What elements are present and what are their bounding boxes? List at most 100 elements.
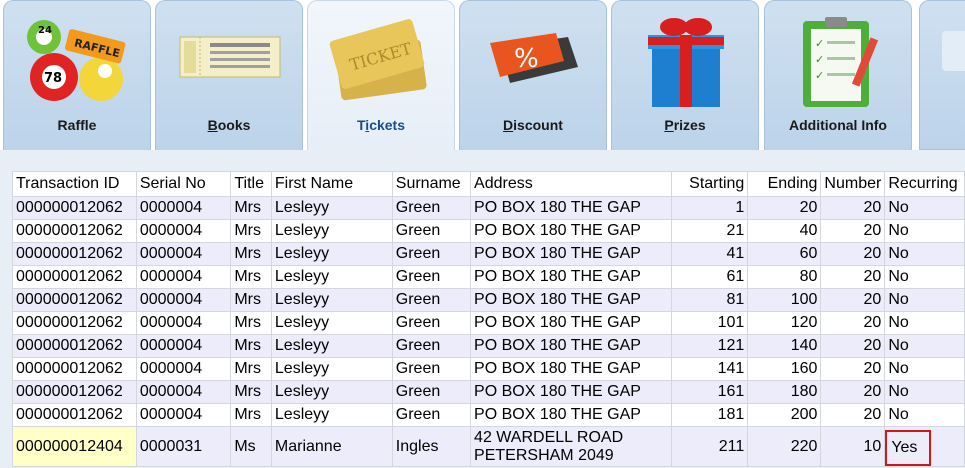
tab-overflow[interactable] — [919, 0, 965, 150]
table-cell[interactable]: Lesleyy — [270, 196, 393, 220]
table-cell[interactable]: No — [884, 219, 965, 243]
table-cell[interactable]: 000000012062 — [12, 265, 137, 289]
column-header[interactable]: First Name — [270, 171, 393, 197]
table-cell[interactable]: 000000012062 — [12, 219, 137, 243]
table-cell[interactable]: 000000012062 — [12, 380, 137, 404]
table-cell[interactable]: No — [884, 334, 965, 358]
table-cell[interactable]: Lesleyy — [270, 357, 393, 381]
table-cell[interactable]: Mrs — [230, 196, 272, 220]
table-cell[interactable]: 120 — [747, 311, 822, 335]
table-cell[interactable]: 220 — [747, 426, 822, 467]
table-row[interactable]: 000000012062 0000004 Mrs Lesleyy Green PO BOX… — [12, 380, 965, 404]
table-cell[interactable]: 000000012062 — [12, 403, 137, 427]
table-cell[interactable]: 180 — [747, 380, 822, 404]
table-cell[interactable]: Mrs — [230, 288, 272, 312]
table-cell[interactable]: PO BOX 180 THE GAP — [470, 196, 672, 220]
table-cell[interactable]: 81 — [670, 288, 749, 312]
table-cell[interactable]: Mrs — [230, 334, 272, 358]
table-cell[interactable]: 0000031 — [135, 426, 232, 467]
table-cell[interactable]: PO BOX 180 THE GAP — [470, 334, 672, 358]
table-cell[interactable]: PO BOX 180 THE GAP — [470, 219, 672, 243]
table-cell[interactable]: 160 — [747, 357, 822, 381]
table-cell[interactable]: No — [884, 288, 965, 312]
table-cell[interactable]: 80 — [747, 265, 822, 289]
column-header[interactable]: Surname — [391, 171, 472, 197]
table-cell[interactable]: Lesleyy — [270, 242, 393, 266]
table-cell[interactable]: Green — [391, 265, 472, 289]
table-cell[interactable]: Lesleyy — [270, 265, 393, 289]
table-row[interactable]: 000000012062 0000004 Mrs Lesleyy Green PO BOX… — [12, 265, 965, 289]
table-cell[interactable]: Lesleyy — [270, 403, 393, 427]
table-cell[interactable]: Lesleyy — [270, 380, 393, 404]
table-cell[interactable]: Green — [391, 334, 472, 358]
table-cell[interactable]: PO BOX 180 THE GAP — [470, 288, 672, 312]
table-cell[interactable]: 20 — [747, 196, 822, 220]
table-cell[interactable]: 0000004 — [135, 380, 232, 404]
table-row-selected[interactable]: 000000012404 0000031 Ms Marianne Ingles 42 WA… — [12, 426, 965, 467]
table-cell[interactable]: 20 — [820, 311, 886, 335]
table-cell[interactable]: 41 — [670, 242, 749, 266]
table-cell[interactable]: 20 — [820, 242, 886, 266]
table-cell[interactable]: 0000004 — [135, 403, 232, 427]
table-cell[interactable]: 20 — [820, 196, 886, 220]
table-cell[interactable]: No — [884, 311, 965, 335]
table-cell[interactable]: Mrs — [230, 265, 272, 289]
table-cell[interactable]: 181 — [670, 403, 749, 427]
table-cell[interactable]: 0000004 — [135, 265, 232, 289]
table-cell[interactable]: Green — [391, 242, 472, 266]
table-cell[interactable]: 000000012404 — [12, 426, 137, 467]
table-cell-address[interactable]: 42 WARDELL ROAD PETERSHAM 2049 — [470, 426, 672, 467]
recurring-cell-highlighted[interactable]: Yes — [884, 426, 965, 467]
table-cell[interactable]: 0000004 — [135, 242, 232, 266]
table-row[interactable]: 000000012062 0000004 Mrs Lesleyy Green PO BOX… — [12, 357, 965, 381]
table-cell[interactable]: 10 — [820, 426, 886, 467]
column-header[interactable]: Recurring — [884, 171, 965, 197]
table-cell[interactable]: 000000012062 — [12, 311, 137, 335]
table-cell[interactable]: 20 — [820, 288, 886, 312]
table-cell[interactable]: 141 — [670, 357, 749, 381]
table-cell[interactable]: No — [884, 357, 965, 381]
table-cell[interactable]: Mrs — [230, 357, 272, 381]
table-cell[interactable]: Green — [391, 380, 472, 404]
tab-books[interactable]: Books — [155, 0, 303, 150]
table-cell[interactable]: Mrs — [230, 380, 272, 404]
tab-prizes[interactable]: Prizes — [611, 0, 759, 150]
tab-raffle[interactable]: 24 78 RAFFLE Raffle — [3, 0, 151, 150]
column-header[interactable]: Starting — [670, 171, 749, 197]
table-cell[interactable]: 20 — [820, 265, 886, 289]
table-cell[interactable]: PO BOX 180 THE GAP — [470, 265, 672, 289]
table-cell[interactable]: Ingles — [391, 426, 472, 467]
table-row[interactable]: 000000012062 0000004 Mrs Lesleyy Green PO BOX… — [12, 334, 965, 358]
table-cell[interactable]: 161 — [670, 380, 749, 404]
column-header[interactable]: Address — [470, 171, 672, 197]
table-cell[interactable]: 000000012062 — [12, 357, 137, 381]
table-cell[interactable]: 20 — [820, 403, 886, 427]
table-cell[interactable]: Lesleyy — [270, 334, 393, 358]
table-cell[interactable]: PO BOX 180 THE GAP — [470, 403, 672, 427]
table-cell[interactable]: 0000004 — [135, 288, 232, 312]
column-header[interactable]: Title — [230, 171, 272, 197]
table-cell[interactable]: Marianne — [270, 426, 393, 467]
table-row[interactable]: 000000012062 0000004 Mrs Lesleyy Green PO BOX… — [12, 311, 965, 335]
table-cell[interactable]: 20 — [820, 219, 886, 243]
table-cell[interactable]: No — [884, 403, 965, 427]
tab-discount[interactable]: % Discount — [459, 0, 607, 150]
table-cell[interactable]: Ms — [230, 426, 272, 467]
table-cell[interactable]: PO BOX 180 THE GAP — [470, 242, 672, 266]
column-header[interactable]: Transaction ID — [12, 171, 137, 197]
table-cell[interactable]: 101 — [670, 311, 749, 335]
table-cell[interactable]: 100 — [747, 288, 822, 312]
table-cell[interactable]: 21 — [670, 219, 749, 243]
table-cell[interactable]: Green — [391, 311, 472, 335]
table-cell[interactable]: PO BOX 180 THE GAP — [470, 357, 672, 381]
column-header[interactable]: Serial No — [135, 171, 232, 197]
table-cell[interactable]: 0000004 — [135, 334, 232, 358]
table-cell[interactable]: No — [884, 196, 965, 220]
column-header[interactable]: Number — [820, 171, 886, 197]
table-cell[interactable]: Mrs — [230, 403, 272, 427]
table-cell[interactable]: 0000004 — [135, 196, 232, 220]
table-cell[interactable]: Green — [391, 357, 472, 381]
table-row[interactable]: 000000012062 0000004 Mrs Lesleyy Green PO BOX… — [12, 219, 965, 243]
tab-additional-info[interactable]: ✓ ✓ ✓ Additional Info — [764, 0, 912, 150]
table-cell[interactable]: 000000012062 — [12, 288, 137, 312]
